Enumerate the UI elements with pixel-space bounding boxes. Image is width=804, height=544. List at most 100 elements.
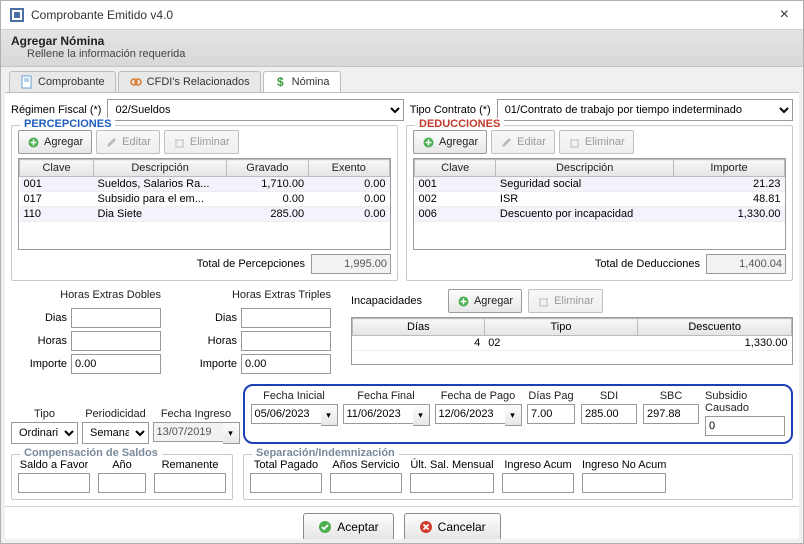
sdi-input[interactable] [581, 404, 637, 424]
plus-icon [27, 136, 40, 149]
ult-sal-label: Últ. Sal. Mensual [410, 459, 493, 471]
fecha-pago-input[interactable] [435, 404, 505, 424]
horas-dobles: Horas Extras Dobles Dias Horas Importe [11, 289, 161, 374]
compensacion-legend: Compensación de Saldos [20, 447, 162, 459]
tipo-contrato-select[interactable]: 01/Contrato de trabajo por tiempo indete… [497, 99, 793, 121]
page-subtitle: Rellene la información requerida [27, 48, 793, 60]
periodicidad-select[interactable]: Semanal [82, 422, 149, 444]
money-icon: $ [274, 75, 288, 89]
percepciones-delete-button: Eliminar [164, 130, 239, 154]
col-dias[interactable]: Días [353, 319, 485, 336]
compensacion-saldos-fieldset: Compensación de Saldos Saldo a Favor Año… [11, 454, 233, 500]
table-row[interactable]: 006Descuento por incapacidad1,330.00 [415, 207, 785, 222]
ult-sal-input[interactable] [410, 473, 494, 493]
subsidio-input[interactable] [705, 416, 785, 436]
deducciones-total [706, 254, 786, 274]
col-clave[interactable]: Clave [415, 160, 496, 177]
incapacidades-add-button[interactable]: Agregar [448, 289, 522, 313]
dobles-dias-input[interactable] [71, 308, 161, 328]
doc-icon [20, 75, 34, 89]
fecha-ingreso-input [153, 422, 223, 442]
table-row[interactable]: 4021,330.00 [353, 336, 792, 351]
table-row[interactable]: 002ISR48.81 [415, 192, 785, 207]
dias-pag-input[interactable] [527, 404, 575, 424]
cancel-icon [419, 520, 433, 534]
col-desc[interactable]: Descripción [496, 160, 674, 177]
chevron-down-icon[interactable]: ▾ [413, 404, 430, 426]
trash-icon [568, 136, 581, 149]
table-row[interactable]: 110Dia Siete285.000.00 [20, 207, 390, 222]
window-title: Comprobante Emitido v4.0 [31, 8, 173, 22]
subheader: Agregar Nómina Rellene la información re… [1, 30, 803, 67]
col-exento[interactable]: Exento [308, 160, 389, 177]
tab-label: Nómina [292, 76, 330, 88]
page-title: Agregar Nómina [11, 34, 793, 48]
triples-importe-input[interactable] [241, 354, 331, 374]
dobles-importe-input[interactable] [71, 354, 161, 374]
triples-horas-input[interactable] [241, 331, 331, 351]
percepciones-total-label: Total de Percepciones [197, 258, 305, 270]
cancel-button[interactable]: Cancelar [404, 513, 501, 539]
tipo-label: Tipo [34, 408, 55, 420]
percepciones-add-button[interactable]: Agregar [18, 130, 92, 154]
ingreso-no-acum-input[interactable] [582, 473, 666, 493]
plus-icon [422, 136, 435, 149]
link-icon [129, 75, 143, 89]
incapacidades-block: Incapacidades Agregar Eliminar Días Tipo… [351, 289, 793, 374]
anos-servicio-input[interactable] [330, 473, 402, 493]
fecha-inicial-label: Fecha Inicial [263, 390, 325, 402]
chevron-down-icon[interactable]: ▾ [505, 404, 522, 426]
col-descuento[interactable]: Descuento [638, 319, 792, 336]
sbc-input[interactable] [643, 404, 699, 424]
app-icon [9, 7, 25, 23]
percepciones-total [311, 254, 391, 274]
close-button[interactable]: × [774, 6, 795, 24]
fecha-final-input[interactable] [343, 404, 413, 424]
table-row[interactable]: 001Seguridad social21.23 [415, 177, 785, 192]
col-gravado[interactable]: Gravado [227, 160, 308, 177]
accept-button[interactable]: Aceptar [303, 513, 393, 539]
deducciones-delete-button: Eliminar [559, 130, 634, 154]
fecha-inicial-input[interactable] [251, 404, 321, 424]
remanente-input[interactable] [154, 473, 226, 493]
chevron-down-icon[interactable]: ▾ [321, 404, 338, 426]
ingreso-acum-input[interactable] [502, 473, 574, 493]
trash-icon [173, 136, 186, 149]
titlebar: Comprobante Emitido v4.0 × [1, 1, 803, 30]
incapacidades-delete-button: Eliminar [528, 289, 603, 313]
deducciones-add-button[interactable]: Agregar [413, 130, 487, 154]
sbc-label: SBC [660, 390, 683, 402]
top-row: Régimen Fiscal (*) 02/Sueldos Tipo Contr… [11, 99, 793, 121]
col-desc[interactable]: Descripción [94, 160, 227, 177]
incapacidades-label: Incapacidades [351, 295, 422, 307]
percepciones-fieldset: PERCEPCIONES Agregar Editar Eliminar Cla… [11, 125, 398, 281]
regimen-select[interactable]: 02/Sueldos [107, 99, 403, 121]
fecha-ingreso-label: Fecha Ingreso [161, 408, 231, 420]
col-clave[interactable]: Clave [20, 160, 94, 177]
tab-nomina[interactable]: $ Nómina [263, 71, 341, 92]
ano-input[interactable] [98, 473, 146, 493]
horas-triples-title: Horas Extras Triples [232, 289, 331, 301]
subsidio-label: Subsidio Causado [705, 390, 785, 414]
ingreso-acum-label: Ingreso Acum [504, 459, 571, 471]
saldo-favor-input[interactable] [18, 473, 90, 493]
total-pagado-input[interactable] [250, 473, 322, 493]
table-row[interactable]: 017Subsidio para el em...0.000.00 [20, 192, 390, 207]
deducciones-fieldset: DEDUCCIONES Agregar Editar Eliminar Clav… [406, 125, 793, 281]
dobles-horas-input[interactable] [71, 331, 161, 351]
col-importe[interactable]: Importe [673, 160, 784, 177]
tab-cfdi-relacionados[interactable]: CFDI's Relacionados [118, 71, 261, 92]
deducciones-edit-button: Editar [491, 130, 555, 154]
tab-comprobante[interactable]: Comprobante [9, 71, 116, 92]
dias-pag-label: Días Pag [528, 390, 573, 402]
incapacidades-grid[interactable]: Días Tipo Descuento 4021,330.00 [351, 317, 793, 365]
percepciones-grid[interactable]: Clave Descripción Gravado Exento 001Suel… [18, 158, 391, 250]
table-row[interactable]: 001Sueldos, Salarios Ra...1,710.000.00 [20, 177, 390, 192]
tipo-select[interactable]: Ordinaria [11, 422, 78, 444]
periodo-bar: Tipo Ordinaria Periodicidad Semanal Fech… [11, 384, 793, 444]
chevron-down-icon[interactable]: ▾ [223, 422, 240, 444]
deducciones-grid[interactable]: Clave Descripción Importe 001Seguridad s… [413, 158, 786, 250]
percepciones-edit-button: Editar [96, 130, 160, 154]
col-tipo[interactable]: Tipo [484, 319, 638, 336]
triples-dias-input[interactable] [241, 308, 331, 328]
